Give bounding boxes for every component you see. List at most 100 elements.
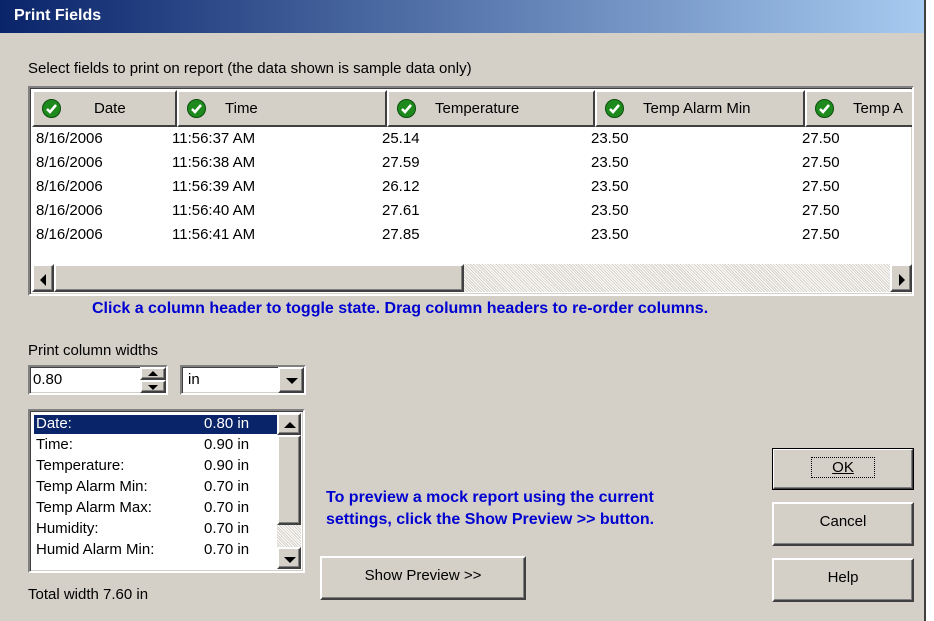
column-width-value: 0.80: [33, 371, 63, 388]
help-button[interactable]: Help: [772, 558, 914, 602]
spin-up-icon: [148, 371, 158, 376]
list-item-name: Humid Alarm Min:: [36, 541, 155, 558]
cancel-button[interactable]: Cancel: [772, 502, 914, 546]
cell-temp-alarm-max: 27.50: [802, 178, 840, 195]
cell-date: 8/16/2006: [36, 178, 103, 195]
cell-temp-alarm-max: 27.50: [802, 202, 840, 219]
cell-date: 8/16/2006: [36, 202, 103, 219]
cell-date: 8/16/2006: [36, 154, 103, 171]
unit-select[interactable]: in: [180, 365, 306, 395]
column-widths-list[interactable]: Date: 0.80 in Time: 0.90 in Temperature: 0.…: [28, 409, 305, 573]
column-header-temperature[interactable]: Temperature: [387, 90, 595, 127]
column-header-temp-alarm-max[interactable]: Temp A: [805, 90, 912, 127]
chevron-down-icon: [286, 378, 298, 384]
spin-down-button[interactable]: [140, 380, 166, 393]
list-item-name: Temp Alarm Max:: [36, 499, 152, 516]
list-item-name: Time:: [36, 436, 73, 453]
cell-time: 11:56:39 AM: [172, 178, 256, 195]
cell-temp-alarm-min: 23.50: [591, 178, 629, 195]
scroll-down-button[interactable]: [277, 547, 301, 569]
arrow-down-icon: [284, 557, 296, 563]
list-item[interactable]: Humid Alarm Min: 0.70 in: [34, 541, 278, 560]
instructions-label: Select fields to print on report (the da…: [28, 60, 472, 77]
total-width-text: Total width 7.60 in: [28, 586, 149, 603]
column-header-date[interactable]: Date: [32, 90, 177, 127]
cell-temp-alarm-min: 23.50: [591, 202, 629, 219]
scroll-left-button[interactable]: [32, 264, 54, 292]
list-item[interactable]: Date: 0.80 in: [34, 415, 278, 434]
column-header-temp-alarm-min[interactable]: Temp Alarm Min: [595, 90, 805, 127]
horizontal-scrollbar[interactable]: [32, 264, 912, 292]
cell-temp-alarm-max: 27.50: [802, 130, 840, 147]
preview-hint-line1: To preview a mock report using the curre…: [326, 489, 654, 506]
cell-temperature: 26.12: [382, 178, 420, 195]
column-header-label: Temperature: [435, 100, 520, 117]
arrow-right-icon: [899, 274, 905, 286]
spin-down-icon: [148, 385, 158, 390]
dialog-title: Print Fields: [14, 7, 102, 24]
show-preview-label: Show Preview >>: [364, 567, 482, 584]
list-item-value: 0.80 in: [204, 415, 250, 432]
cell-temp-alarm-min: 23.50: [591, 154, 629, 171]
cell-temp-alarm-min: 23.50: [591, 130, 629, 147]
check-icon: [397, 99, 416, 118]
check-icon: [42, 99, 61, 118]
print-column-widths-label: Print column widths: [28, 342, 159, 359]
list-item-value: 0.70 in: [204, 499, 250, 516]
cancel-label: Cancel: [819, 513, 867, 530]
column-header-label: Temp Alarm Min: [643, 100, 751, 117]
list-item[interactable]: Temperature: 0.90 in: [34, 457, 278, 476]
cell-temp-alarm-min: 23.50: [591, 226, 629, 243]
cell-time: 11:56:40 AM: [172, 202, 256, 219]
list-item-value: 0.90 in: [204, 436, 250, 453]
sample-data-grid: Date Time Temperature Temp Alarm Min Tem…: [28, 86, 914, 296]
cell-temp-alarm-max: 27.50: [802, 226, 840, 243]
scroll-thumb[interactable]: [277, 435, 301, 525]
scroll-thumb[interactable]: [54, 264, 464, 292]
cell-temperature: 27.61: [382, 202, 420, 219]
list-item[interactable]: Temp Alarm Min: 0.70 in: [34, 478, 278, 497]
list-item[interactable]: Time: 0.90 in: [34, 436, 278, 455]
print-fields-dialog: Print Fields Select fields to print on r…: [0, 0, 926, 621]
title-bar: Print Fields: [0, 0, 924, 33]
cell-temperature: 27.85: [382, 226, 420, 243]
cell-date: 8/16/2006: [36, 130, 103, 147]
cell-date: 8/16/2006: [36, 226, 103, 243]
cell-temp-alarm-max: 27.50: [802, 154, 840, 171]
cell-time: 11:56:41 AM: [172, 226, 256, 243]
scroll-up-button[interactable]: [277, 413, 301, 435]
help-label: Help: [827, 569, 859, 586]
list-item-value: 0.70 in: [204, 478, 250, 495]
list-item-name: Temperature:: [36, 457, 125, 474]
spin-up-button[interactable]: [140, 367, 166, 380]
scroll-right-button[interactable]: [890, 264, 912, 292]
preview-hint-line2: settings, click the Show Preview >> butt…: [326, 511, 655, 528]
vertical-scrollbar[interactable]: [277, 413, 301, 569]
unit-value: in: [188, 371, 200, 388]
cell-temperature: 25.14: [382, 130, 420, 147]
show-preview-button[interactable]: Show Preview >>: [320, 556, 526, 600]
check-icon: [605, 99, 624, 118]
column-width-spinner[interactable]: 0.80: [28, 365, 168, 395]
list-item-name: Date:: [36, 415, 72, 432]
ok-label: OK: [811, 457, 875, 478]
list-item-value: 0.90 in: [204, 457, 250, 474]
list-item-name: Humidity:: [36, 520, 99, 537]
arrow-left-icon: [40, 274, 46, 286]
cell-temperature: 27.59: [382, 154, 420, 171]
scroll-track[interactable]: [464, 264, 890, 292]
list-item-name: Temp Alarm Min:: [36, 478, 148, 495]
list-item[interactable]: Temp Alarm Max: 0.70 in: [34, 499, 278, 518]
unit-dropdown-button[interactable]: [278, 367, 304, 393]
column-header-label: Time: [225, 100, 258, 117]
ok-button[interactable]: OK: [772, 448, 914, 490]
column-header-label: Date: [94, 100, 126, 117]
column-header-time[interactable]: Time: [177, 90, 387, 127]
list-item[interactable]: Humidity: 0.70 in: [34, 520, 278, 539]
list-item-value: 0.70 in: [204, 541, 250, 558]
arrow-up-icon: [284, 422, 296, 428]
cell-time: 11:56:37 AM: [172, 130, 256, 147]
list-item-value: 0.70 in: [204, 520, 250, 537]
check-icon: [815, 99, 834, 118]
check-icon: [187, 99, 206, 118]
